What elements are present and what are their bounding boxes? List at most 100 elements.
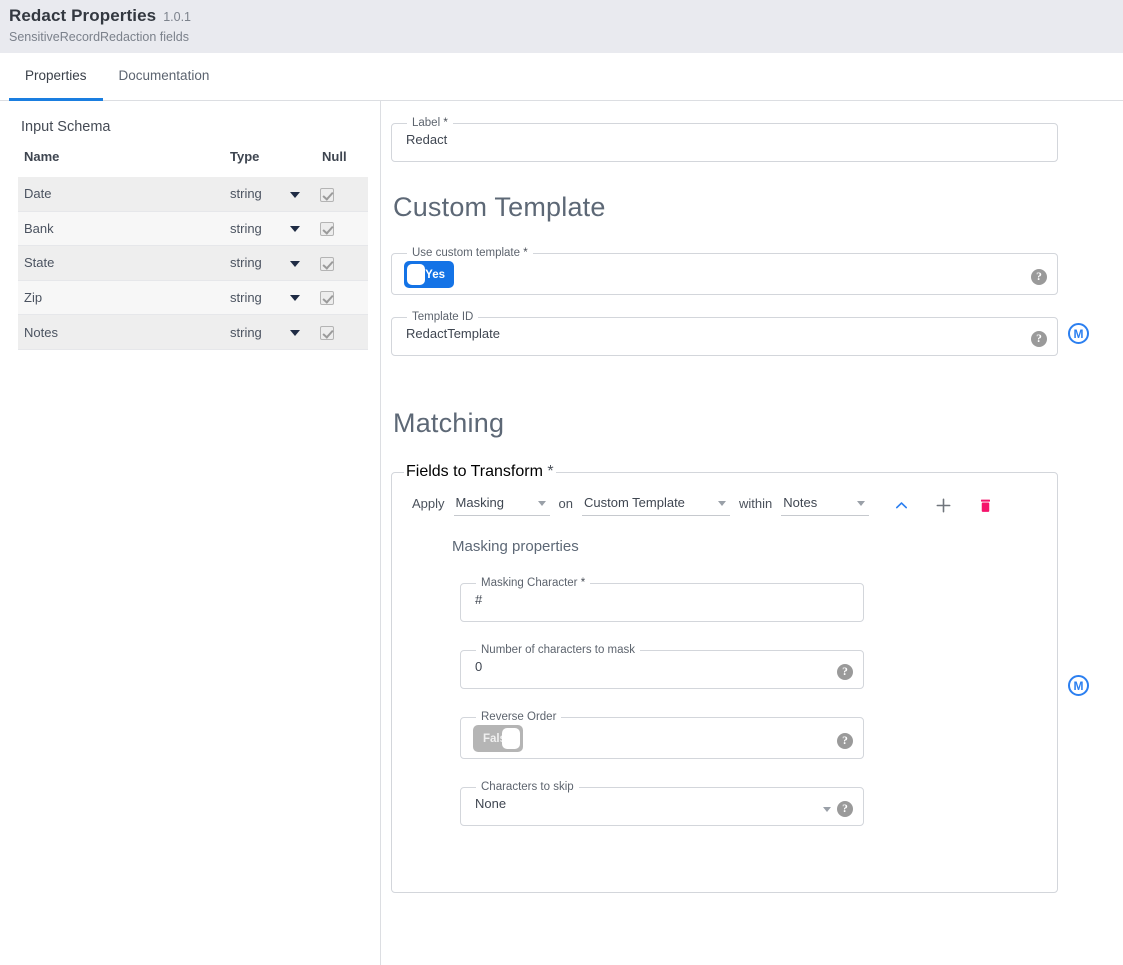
use-custom-template-field: Use custom template * Yes ? (391, 247, 1058, 295)
transform-field-select[interactable]: Notes (781, 495, 869, 516)
plus-icon[interactable] (935, 497, 952, 514)
required-marker: * (523, 247, 527, 259)
schema-field-null[interactable] (314, 315, 368, 350)
macro-badge[interactable]: M (1068, 323, 1089, 344)
schema-field-type[interactable]: string (224, 280, 314, 315)
schema-field-type-label: string (230, 221, 262, 236)
masking-properties-subheading: Masking properties (452, 538, 1045, 555)
table-row: Date string (18, 177, 368, 211)
required-marker: * (581, 577, 585, 589)
title-row: Redact Properties 1.0.1 (9, 6, 1123, 26)
schema-field-name: Zip (18, 280, 224, 315)
transform-type-value: Masking (456, 495, 504, 510)
schema-field-name: Notes (18, 315, 224, 350)
checkbox-icon[interactable] (320, 326, 334, 340)
within-word: within (739, 496, 772, 516)
help-icon[interactable]: ? (837, 733, 853, 749)
characters-to-skip-field[interactable]: Characters to skip None ? (460, 781, 864, 826)
column-header-name: Name (18, 149, 224, 177)
input-schema-panel: Input Schema Name Type Null Date string (0, 101, 381, 965)
reverse-order-legend: Reverse Order (476, 711, 561, 723)
column-header-null: Null (314, 149, 368, 177)
template-id-legend: Template ID (407, 311, 478, 323)
template-id-input[interactable]: RedactTemplate (404, 323, 1045, 355)
input-schema-title: Input Schema (21, 119, 368, 135)
plugin-subtitle: SensitiveRecordRedaction fields (9, 30, 1123, 44)
table-header-row: Name Type Null (18, 149, 368, 177)
transform-target-value: Custom Template (584, 495, 685, 510)
macro-badge[interactable]: M (1068, 675, 1089, 696)
transform-target-select[interactable]: Custom Template (582, 495, 730, 516)
caret-down-icon (290, 295, 300, 301)
rule-actions (894, 497, 993, 516)
toggle-knob (502, 728, 520, 749)
schema-field-null[interactable] (314, 246, 368, 281)
fields-to-transform-field: Fields to Transform * Apply Masking on C… (391, 463, 1058, 893)
caret-down-icon (290, 226, 300, 232)
number-to-mask-caption: Number of characters to mask (481, 644, 635, 656)
help-icon[interactable]: ? (837, 801, 853, 817)
caret-down-icon (290, 192, 300, 198)
column-header-type: Type (224, 149, 314, 177)
characters-to-skip-caption: Characters to skip (481, 781, 574, 793)
app-header: Redact Properties 1.0.1 SensitiveRecordR… (0, 0, 1123, 53)
label-field-legend: Label * (407, 117, 453, 129)
template-id-field[interactable]: Template ID RedactTemplate ? (391, 311, 1058, 356)
apply-word: Apply (412, 496, 445, 516)
chevron-down-icon (857, 501, 865, 506)
checkbox-icon[interactable] (320, 222, 334, 236)
table-row: Notes string (18, 315, 368, 350)
use-custom-template-toggle[interactable]: Yes (404, 261, 454, 288)
schema-field-type-label: string (230, 186, 262, 201)
page-title: Redact Properties (9, 6, 156, 26)
label-input[interactable]: Redact (404, 129, 1045, 161)
tab-bar: Properties Documentation (0, 53, 1123, 101)
number-to-mask-legend: Number of characters to mask (476, 644, 640, 656)
characters-to-skip-select[interactable]: None (473, 793, 851, 825)
caret-down-icon (290, 261, 300, 267)
schema-field-type-label: string (230, 290, 262, 305)
template-id-caption: Template ID (412, 311, 473, 323)
schema-field-name: Date (18, 177, 224, 211)
schema-field-type[interactable]: string (224, 177, 314, 211)
checkbox-icon[interactable] (320, 291, 334, 305)
masking-character-legend: Masking Character * (476, 577, 590, 589)
checkbox-icon[interactable] (320, 257, 334, 271)
chevron-down-icon (538, 501, 546, 506)
fields-to-transform-legend: Fields to Transform * (404, 463, 556, 481)
schema-field-name: Bank (18, 211, 224, 246)
tab-documentation-label: Documentation (119, 68, 210, 83)
reverse-order-caption: Reverse Order (481, 711, 556, 723)
trash-icon[interactable] (978, 498, 993, 514)
schema-field-type[interactable]: string (224, 246, 314, 281)
schema-field-null[interactable] (314, 177, 368, 211)
schema-field-name: State (18, 246, 224, 281)
reverse-order-toggle[interactable]: False (473, 725, 523, 752)
schema-field-null[interactable] (314, 280, 368, 315)
tab-properties[interactable]: Properties (9, 53, 103, 101)
table-row: Zip string (18, 280, 368, 315)
schema-field-null[interactable] (314, 211, 368, 246)
masking-properties-fields: Masking Character * # Number of characte… (460, 577, 864, 826)
custom-template-heading: Custom Template (393, 192, 1123, 223)
number-to-mask-input[interactable]: 0 (473, 656, 851, 688)
fields-to-transform-caption: Fields to Transform (406, 463, 543, 480)
schema-field-type-label: string (230, 255, 262, 270)
masking-character-input[interactable]: # (473, 589, 851, 621)
transform-type-select[interactable]: Masking (454, 495, 550, 516)
chevron-up-icon[interactable] (894, 498, 909, 513)
number-to-mask-field[interactable]: Number of characters to mask 0 ? (460, 644, 864, 689)
schema-field-type[interactable]: string (224, 211, 314, 246)
help-icon[interactable]: ? (837, 664, 853, 680)
masking-character-field[interactable]: Masking Character * # (460, 577, 864, 622)
tab-properties-label: Properties (25, 68, 87, 83)
help-icon[interactable]: ? (1031, 331, 1047, 347)
table-row: State string (18, 246, 368, 281)
checkbox-icon[interactable] (320, 188, 334, 202)
schema-field-type[interactable]: string (224, 315, 314, 350)
help-icon[interactable]: ? (1031, 269, 1047, 285)
tab-documentation[interactable]: Documentation (103, 53, 226, 101)
label-field[interactable]: Label * Redact (391, 117, 1058, 162)
transform-field-value: Notes (783, 495, 817, 510)
reverse-order-field: Reverse Order False ? (460, 711, 864, 759)
